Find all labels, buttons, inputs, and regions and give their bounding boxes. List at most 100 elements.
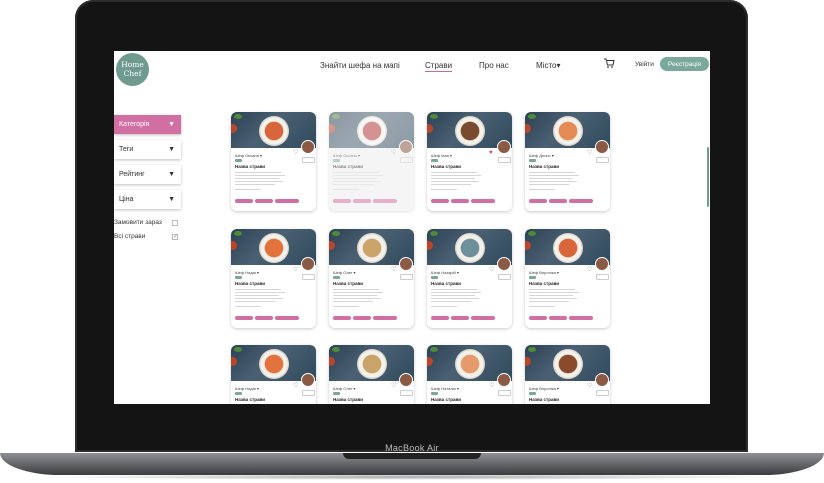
dish-card[interactable]: ♡ Шеф Олег ▾ Назва страви xyxy=(329,229,414,328)
dish-card[interactable]: ♡ Шеф Оксана ▾ Назва страви xyxy=(329,112,414,211)
heart-icon[interactable]: ♡ xyxy=(391,383,396,389)
dish-name[interactable]: Назва страви xyxy=(529,164,559,169)
heart-icon[interactable]: ♡ xyxy=(489,267,494,273)
tag-pill[interactable] xyxy=(529,199,547,203)
chef-name[interactable]: Шеф Надія ▾ xyxy=(235,270,259,275)
logo[interactable]: Home Chef xyxy=(116,53,149,86)
avatar[interactable] xyxy=(301,257,315,271)
dish-name[interactable]: Назва страви xyxy=(431,397,461,402)
login-link[interactable]: Увійти xyxy=(635,61,654,68)
tag-pill[interactable] xyxy=(431,199,449,203)
dish-card[interactable]: ♡ Шеф Вероніка ▾ Назва страви xyxy=(525,229,610,328)
nav-city[interactable]: Місто▾ xyxy=(536,61,560,70)
check-all-dishes[interactable]: Всі страви ✓ xyxy=(114,233,178,240)
chef-name[interactable]: Шеф Іван ▾ xyxy=(431,153,452,158)
chef-name[interactable]: Шеф Назарій ▾ xyxy=(431,270,459,275)
dish-card[interactable]: ♡ Шеф Наталія ▾ Назва страви xyxy=(427,345,512,404)
dish-card[interactable]: ♥ Шеф Іван ▾ Назва страви xyxy=(427,112,512,211)
chef-name[interactable]: Шеф Вероніка ▾ xyxy=(529,270,559,275)
checkbox[interactable] xyxy=(172,219,178,226)
tag-pill[interactable] xyxy=(235,199,253,203)
dish-card[interactable]: ♡ Шеф Оксана ▾ Назва страви xyxy=(231,112,316,211)
heart-icon[interactable]: ♡ xyxy=(293,150,298,156)
tag-pill[interactable] xyxy=(373,199,397,203)
heart-icon[interactable]: ♡ xyxy=(587,150,592,156)
tag-pill[interactable] xyxy=(353,199,371,203)
tag-pill[interactable] xyxy=(529,316,547,320)
tag-pill[interactable] xyxy=(451,316,469,320)
tag-pill[interactable] xyxy=(255,199,273,203)
heart-icon[interactable]: ♡ xyxy=(489,383,494,389)
heart-icon[interactable]: ♥ xyxy=(489,150,493,156)
tag-pill[interactable] xyxy=(275,316,299,320)
dish-card[interactable]: ♡ Шеф Надія ▾ Назва страви xyxy=(231,345,316,404)
nav-find-chef[interactable]: Знайти шефа на мапі xyxy=(320,61,400,70)
chef-name[interactable]: Шеф Оксана ▾ xyxy=(333,153,360,158)
register-button[interactable]: Реєстрація xyxy=(660,57,709,71)
heart-icon[interactable]: ♡ xyxy=(293,267,298,273)
filter-price[interactable]: Ціна ▼ xyxy=(114,190,181,209)
heart-icon[interactable]: ♡ xyxy=(587,383,592,389)
tag-pill[interactable] xyxy=(353,316,371,320)
tag-pill[interactable] xyxy=(471,199,495,203)
chef-name[interactable]: Шеф Наталія ▾ xyxy=(431,386,459,391)
cart-icon[interactable] xyxy=(603,57,615,69)
avatar[interactable] xyxy=(595,373,609,387)
avatar[interactable] xyxy=(399,140,413,154)
heart-icon[interactable]: ♡ xyxy=(391,150,396,156)
tag-pill[interactable] xyxy=(431,316,449,320)
tag-pill[interactable] xyxy=(471,316,495,320)
avatar[interactable] xyxy=(399,257,413,271)
heart-icon[interactable]: ♡ xyxy=(293,383,298,389)
dish-name[interactable]: Назва страви xyxy=(235,397,265,402)
scrollbar[interactable] xyxy=(707,147,709,207)
dish-name[interactable]: Назва страви xyxy=(235,164,265,169)
checkbox-checked[interactable]: ✓ xyxy=(172,233,178,240)
dish-name[interactable]: Назва страви xyxy=(333,397,363,402)
avatar[interactable] xyxy=(497,140,511,154)
tag-pill[interactable] xyxy=(373,316,397,320)
dish-card[interactable]: ♡ Шеф Денис ▾ Назва страви xyxy=(525,112,610,211)
heart-icon[interactable]: ♡ xyxy=(391,267,396,273)
dish-name[interactable]: Назва страви xyxy=(529,281,559,286)
avatar[interactable] xyxy=(301,140,315,154)
check-order-now[interactable]: Замовити зараз xyxy=(114,219,178,226)
avatar[interactable] xyxy=(497,257,511,271)
dish-name[interactable]: Назва страви xyxy=(431,281,461,286)
tag-pill[interactable] xyxy=(333,316,351,320)
chef-name[interactable]: Шеф Оксана ▾ xyxy=(235,153,262,158)
dish-name[interactable]: Назва страви xyxy=(431,164,461,169)
dish-card[interactable]: ♡ Шеф Олег ▾ Назва страви xyxy=(329,345,414,404)
dish-card[interactable]: ♡ Шеф Назарій ▾ Назва страви xyxy=(427,229,512,328)
avatar[interactable] xyxy=(399,373,413,387)
dish-name[interactable]: Назва страви xyxy=(235,281,265,286)
filter-category[interactable]: Категорія ▼ xyxy=(114,115,181,134)
filter-rating[interactable]: Рейтинг ▼ xyxy=(114,165,181,184)
avatar[interactable] xyxy=(497,373,511,387)
chef-name[interactable]: Шеф Олег ▾ xyxy=(333,270,356,275)
filter-tags[interactable]: Теги ▼ xyxy=(114,140,181,159)
tag-pill[interactable] xyxy=(569,199,593,203)
nav-dishes[interactable]: Страви xyxy=(425,61,453,72)
dish-name[interactable]: Назва страви xyxy=(333,164,363,169)
tag-pill[interactable] xyxy=(549,199,567,203)
chef-name[interactable]: Шеф Надія ▾ xyxy=(235,386,259,391)
avatar[interactable] xyxy=(301,373,315,387)
dish-card[interactable]: ♡ Шеф Надія ▾ Назва страви xyxy=(231,229,316,328)
tag-pill[interactable] xyxy=(275,199,299,203)
dish-name[interactable]: Назва страви xyxy=(529,397,559,402)
tag-pill[interactable] xyxy=(333,199,351,203)
dish-card[interactable]: ♡ Шеф Вероніка ▾ Назва страви xyxy=(525,345,610,404)
dish-name[interactable]: Назва страви xyxy=(333,281,363,286)
heart-icon[interactable]: ♡ xyxy=(587,267,592,273)
tag-pill[interactable] xyxy=(235,316,253,320)
chef-name[interactable]: Шеф Олег ▾ xyxy=(333,386,356,391)
chef-name[interactable]: Шеф Вероніка ▾ xyxy=(529,386,559,391)
nav-about[interactable]: Про нас xyxy=(479,61,509,70)
avatar[interactable] xyxy=(595,257,609,271)
tag-pill[interactable] xyxy=(569,316,593,320)
chef-name[interactable]: Шеф Денис ▾ xyxy=(529,153,554,158)
tag-pill[interactable] xyxy=(255,316,273,320)
tag-pill[interactable] xyxy=(549,316,567,320)
avatar[interactable] xyxy=(595,140,609,154)
